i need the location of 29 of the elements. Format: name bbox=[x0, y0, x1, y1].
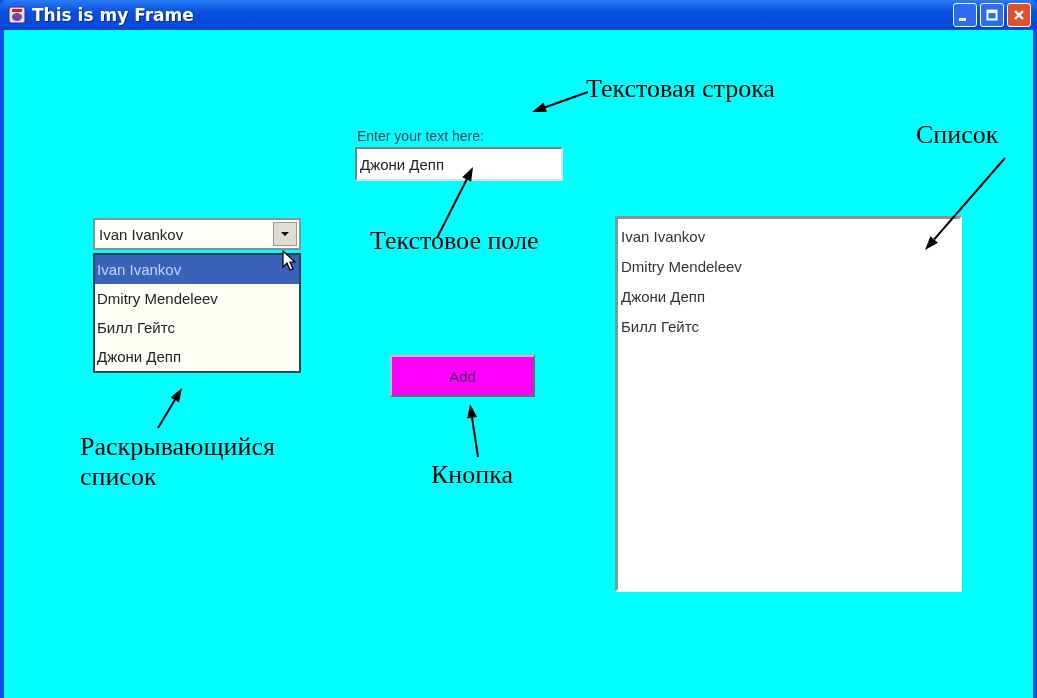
maximize-icon bbox=[984, 7, 1000, 23]
add-button[interactable]: Add bbox=[390, 355, 535, 397]
close-button[interactable] bbox=[1007, 3, 1031, 27]
combo-value: Ivan Ivankov bbox=[98, 225, 185, 243]
list-item[interactable]: Джони Депп bbox=[618, 282, 959, 312]
dropdown-button[interactable] bbox=[273, 222, 297, 246]
minimize-icon bbox=[959, 18, 966, 21]
maximize-button[interactable] bbox=[980, 3, 1004, 27]
dropdown-option[interactable]: Билл Гейтс bbox=[95, 313, 299, 342]
list-item[interactable]: Dmitry Mendeleev bbox=[618, 252, 959, 282]
combo-box[interactable]: Ivan Ivankov bbox=[93, 218, 301, 250]
annotation-label: Текстовое поле bbox=[370, 226, 539, 256]
window-title: This is my Frame bbox=[32, 5, 194, 25]
caret-icon bbox=[280, 231, 290, 237]
arrow bbox=[467, 404, 479, 458]
annotation-label: Раскрывающийся список bbox=[80, 432, 276, 492]
text-field[interactable]: Джони Депп bbox=[355, 147, 563, 181]
field-label: Enter your text here: bbox=[357, 128, 484, 144]
app-icon bbox=[8, 6, 26, 24]
list-item[interactable]: Билл Гейтс bbox=[618, 312, 959, 342]
minimize-button[interactable] bbox=[953, 3, 977, 27]
dropdown-option[interactable]: Джони Депп bbox=[95, 342, 299, 371]
dropdown-option[interactable]: Dmitry Mendeleev bbox=[95, 284, 299, 313]
arrow bbox=[157, 388, 182, 429]
dropdown-option[interactable]: Ivan Ivankov bbox=[95, 255, 299, 284]
list-item[interactable]: Ivan Ivankov bbox=[618, 222, 959, 252]
annotation-label: Кнопка bbox=[431, 460, 513, 490]
annotation-label: Текстовая строка bbox=[586, 74, 775, 104]
annotation-label: Список bbox=[916, 120, 999, 150]
